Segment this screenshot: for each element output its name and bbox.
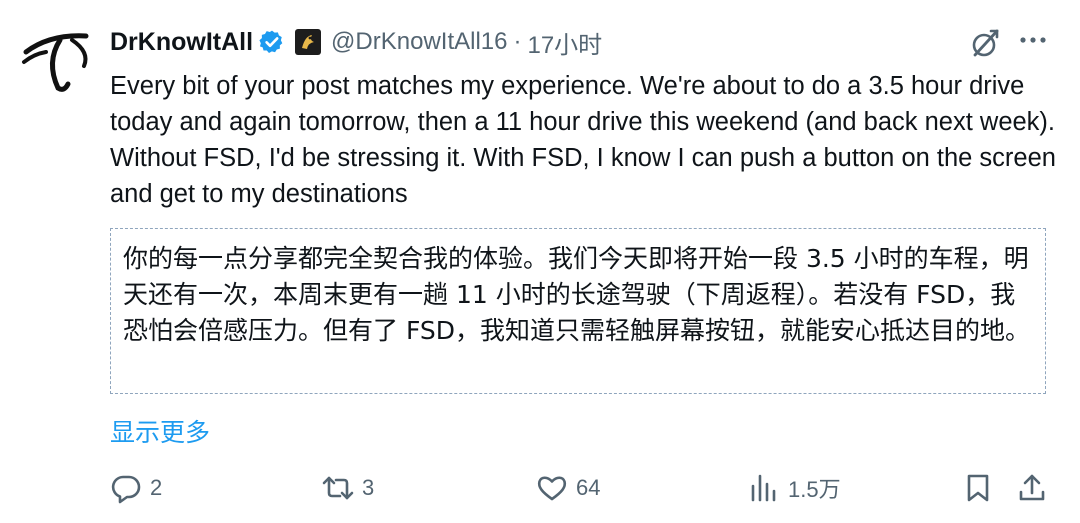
author-handle[interactable]: @DrKnowItAll16 <box>331 28 507 56</box>
views-icon <box>751 474 776 502</box>
share-button[interactable] <box>1016 470 1048 506</box>
reply-count: 2 <box>150 475 163 500</box>
avatar-glasses-logo <box>22 33 89 92</box>
bookmark-icon <box>967 474 989 502</box>
verified-badge-icon <box>259 30 283 53</box>
heart-icon <box>537 476 567 501</box>
like-count: 64 <box>576 475 601 500</box>
separator-dot: · <box>513 28 522 55</box>
like-button[interactable]: 64 <box>536 470 600 506</box>
repost-count: 3 <box>362 475 375 500</box>
repost-icon <box>322 476 354 500</box>
avatar[interactable] <box>20 22 94 96</box>
affiliate-badge-icon[interactable] <box>295 29 322 55</box>
reply-icon <box>111 475 141 504</box>
grok-icon[interactable] <box>968 26 1002 60</box>
post-text: Every bit of your post matches my experi… <box>110 72 1056 208</box>
post-time[interactable]: 17小时 <box>527 25 602 60</box>
views-count: 1.5万 <box>788 477 841 502</box>
more-icon[interactable] <box>1016 30 1050 50</box>
share-icon <box>1019 474 1045 501</box>
bookmark-button[interactable] <box>962 470 994 506</box>
translation-box: 你的每一点分享都完全契合我的体验。我们今天即将开始一段 3.5 小时的车程，明天… <box>110 228 1046 394</box>
show-more-link[interactable]: 显示更多 <box>110 413 210 449</box>
author-name[interactable]: DrKnowItAll <box>110 28 253 57</box>
repost-button[interactable]: 3 <box>322 470 374 506</box>
views-button[interactable]: 1.5万 <box>748 470 841 506</box>
post-header: DrKnowItAll @DrKnowItAll16 · 17小时 <box>110 24 602 60</box>
reply-button[interactable]: 2 <box>110 470 162 506</box>
